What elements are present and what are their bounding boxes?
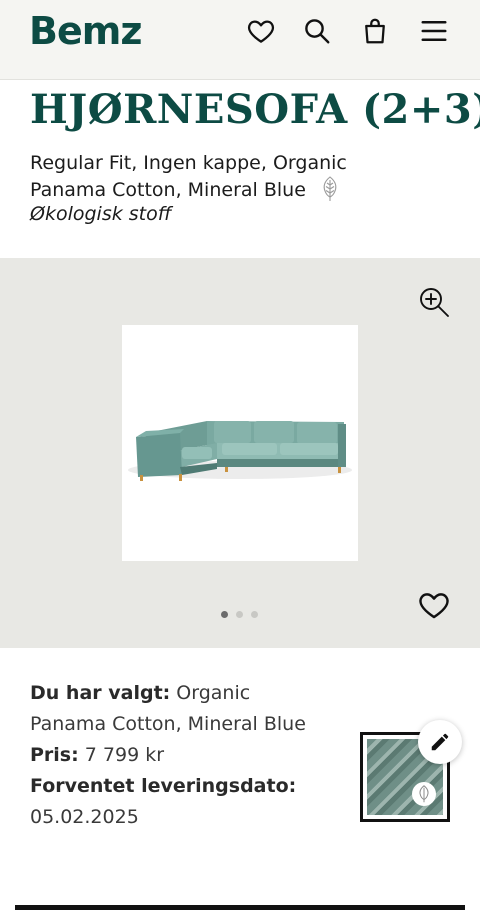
heart-icon[interactable] — [244, 14, 278, 48]
menu-icon[interactable] — [417, 14, 451, 48]
price-value: 7 799 kr — [84, 744, 165, 766]
price-row: Pris: 7 799 kr — [30, 740, 320, 771]
product-title: HJØRNESOFA (2+3) — [30, 86, 480, 133]
pagination-dot[interactable] — [251, 611, 258, 618]
gallery-pagination — [221, 611, 258, 618]
product-variant-text: Regular Fit, Ingen kappe, Organic Panama… — [30, 152, 347, 201]
chosen-label: Du har valgt: — [30, 682, 171, 704]
search-icon[interactable] — [300, 14, 334, 48]
bemz-logo[interactable]: Bemz — [29, 9, 142, 53]
favorite-heart-icon[interactable] — [417, 588, 451, 622]
eco-label: Økologisk stoff — [30, 203, 172, 225]
price-label: Pris: — [30, 744, 79, 766]
organic-leaf-icon — [412, 782, 436, 806]
selection-details: Du har valgt: Organic Panama Cotton, Min… — [30, 678, 320, 833]
site-header: Bemz — [0, 0, 480, 80]
pagination-dot-active[interactable] — [221, 611, 228, 618]
edit-pencil-button[interactable] — [418, 720, 462, 764]
delivery-date: 05.02.2025 — [30, 806, 139, 828]
pagination-dot[interactable] — [236, 611, 243, 618]
delivery-label: Forventet leveringsdato: — [30, 775, 297, 797]
corner-sofa-illustration — [128, 421, 352, 481]
product-subtitle: Regular Fit, Ingen kappe, Organic Panama… — [30, 150, 400, 203]
zoom-in-icon[interactable] — [416, 284, 452, 320]
leaf-icon — [320, 176, 340, 202]
pencil-icon — [431, 733, 449, 751]
chosen-fabric-row: Du har valgt: Organic Panama Cotton, Min… — [30, 678, 320, 740]
product-image[interactable] — [122, 325, 358, 561]
shopping-bag-icon[interactable] — [358, 14, 392, 48]
product-gallery[interactable] — [0, 258, 480, 648]
add-to-cart-bar[interactable] — [15, 905, 465, 910]
